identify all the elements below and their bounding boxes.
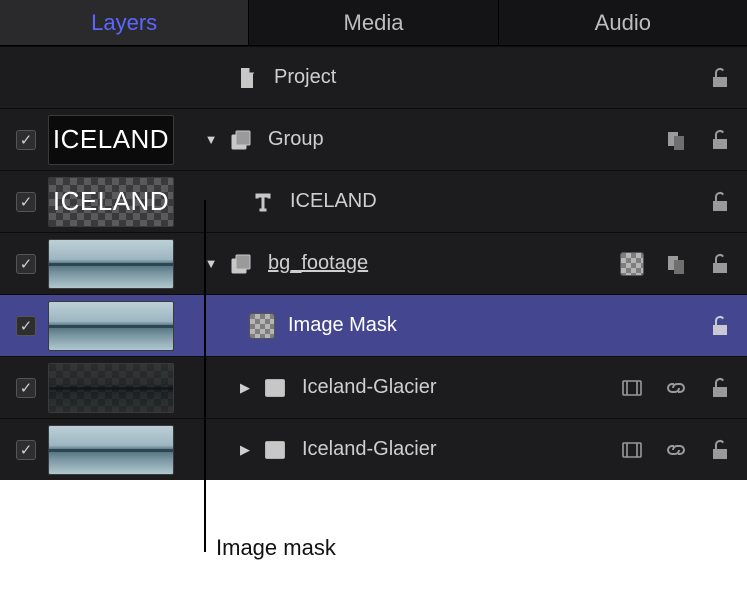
thumbnail xyxy=(48,301,174,351)
row-bg-footage[interactable]: ✓ ▼ bg_footage xyxy=(0,232,747,294)
row-group[interactable]: ✓ ICELAND ▼ Group xyxy=(0,108,747,170)
panel-tabs: Layers Media Audio xyxy=(0,0,747,46)
thumbnail: ICELAND xyxy=(48,115,174,165)
row-label: ICELAND xyxy=(290,190,377,213)
thumbnail: ICELAND xyxy=(48,177,174,227)
film-badge-icon[interactable] xyxy=(617,375,647,401)
row-label: bg_footage xyxy=(268,252,368,275)
disclosure-closed-icon[interactable]: ▶ xyxy=(234,377,256,399)
enable-checkbox[interactable]: ✓ xyxy=(16,378,36,398)
tab-media[interactable]: Media xyxy=(249,0,498,45)
enable-checkbox[interactable]: ✓ xyxy=(16,254,36,274)
thumbnail xyxy=(48,363,174,413)
link-icon[interactable] xyxy=(661,375,691,401)
lock-open-icon[interactable] xyxy=(705,313,735,339)
thumb-text: ICELAND xyxy=(53,124,169,155)
row-label: Iceland-Glacier xyxy=(302,438,437,461)
callout-annotation: Image mask xyxy=(0,480,747,575)
film-icon xyxy=(262,437,288,463)
group-icon xyxy=(228,251,254,277)
lock-open-icon[interactable] xyxy=(705,127,735,153)
thumbnail xyxy=(48,239,174,289)
checker-icon[interactable] xyxy=(617,251,647,277)
group-icon xyxy=(228,127,254,153)
row-label: Group xyxy=(268,128,324,151)
lock-open-icon[interactable] xyxy=(705,375,735,401)
link-icon[interactable] xyxy=(661,437,691,463)
callout-line xyxy=(204,200,206,552)
blend-mode-icon[interactable] xyxy=(661,251,691,277)
tab-audio[interactable]: Audio xyxy=(499,0,747,45)
row-clip-a[interactable]: ✓ ▶ Iceland-Glacier xyxy=(0,356,747,418)
enable-checkbox[interactable]: ✓ xyxy=(16,130,36,150)
lock-open-icon[interactable] xyxy=(705,189,735,215)
lock-open-icon[interactable] xyxy=(705,251,735,277)
text-icon xyxy=(250,189,276,215)
enable-checkbox[interactable]: ✓ xyxy=(16,316,36,336)
enable-checkbox[interactable]: ✓ xyxy=(16,440,36,460)
lock-open-icon[interactable] xyxy=(705,65,735,91)
row-right-controls xyxy=(617,65,739,91)
mask-icon xyxy=(250,314,274,338)
film-icon xyxy=(262,375,288,401)
project-icon xyxy=(234,65,260,91)
row-image-mask[interactable]: ✓ Image Mask xyxy=(0,294,747,356)
disclosure-open-icon[interactable]: ▼ xyxy=(200,129,222,151)
row-clip-b[interactable]: ✓ ▶ Iceland-Glacier xyxy=(0,418,747,480)
row-label: Image Mask xyxy=(288,314,397,337)
thumb-text: ICELAND xyxy=(53,186,169,217)
film-badge-icon[interactable] xyxy=(617,437,647,463)
callout-label: Image mask xyxy=(216,535,336,561)
layers-panel: Layers Media Audio Project ✓ ICELAND ▼ G… xyxy=(0,0,747,480)
enable-checkbox[interactable]: ✓ xyxy=(16,192,36,212)
tab-layers[interactable]: Layers xyxy=(0,0,249,45)
blend-mode-icon[interactable] xyxy=(661,127,691,153)
row-iceland-text[interactable]: ✓ ICELAND ICELAND xyxy=(0,170,747,232)
disclosure-closed-icon[interactable]: ▶ xyxy=(234,439,256,461)
lock-open-icon[interactable] xyxy=(705,437,735,463)
row-label: Iceland-Glacier xyxy=(302,376,437,399)
row-project[interactable]: Project xyxy=(0,46,747,108)
thumbnail xyxy=(48,425,174,475)
row-label: Project xyxy=(274,66,336,89)
